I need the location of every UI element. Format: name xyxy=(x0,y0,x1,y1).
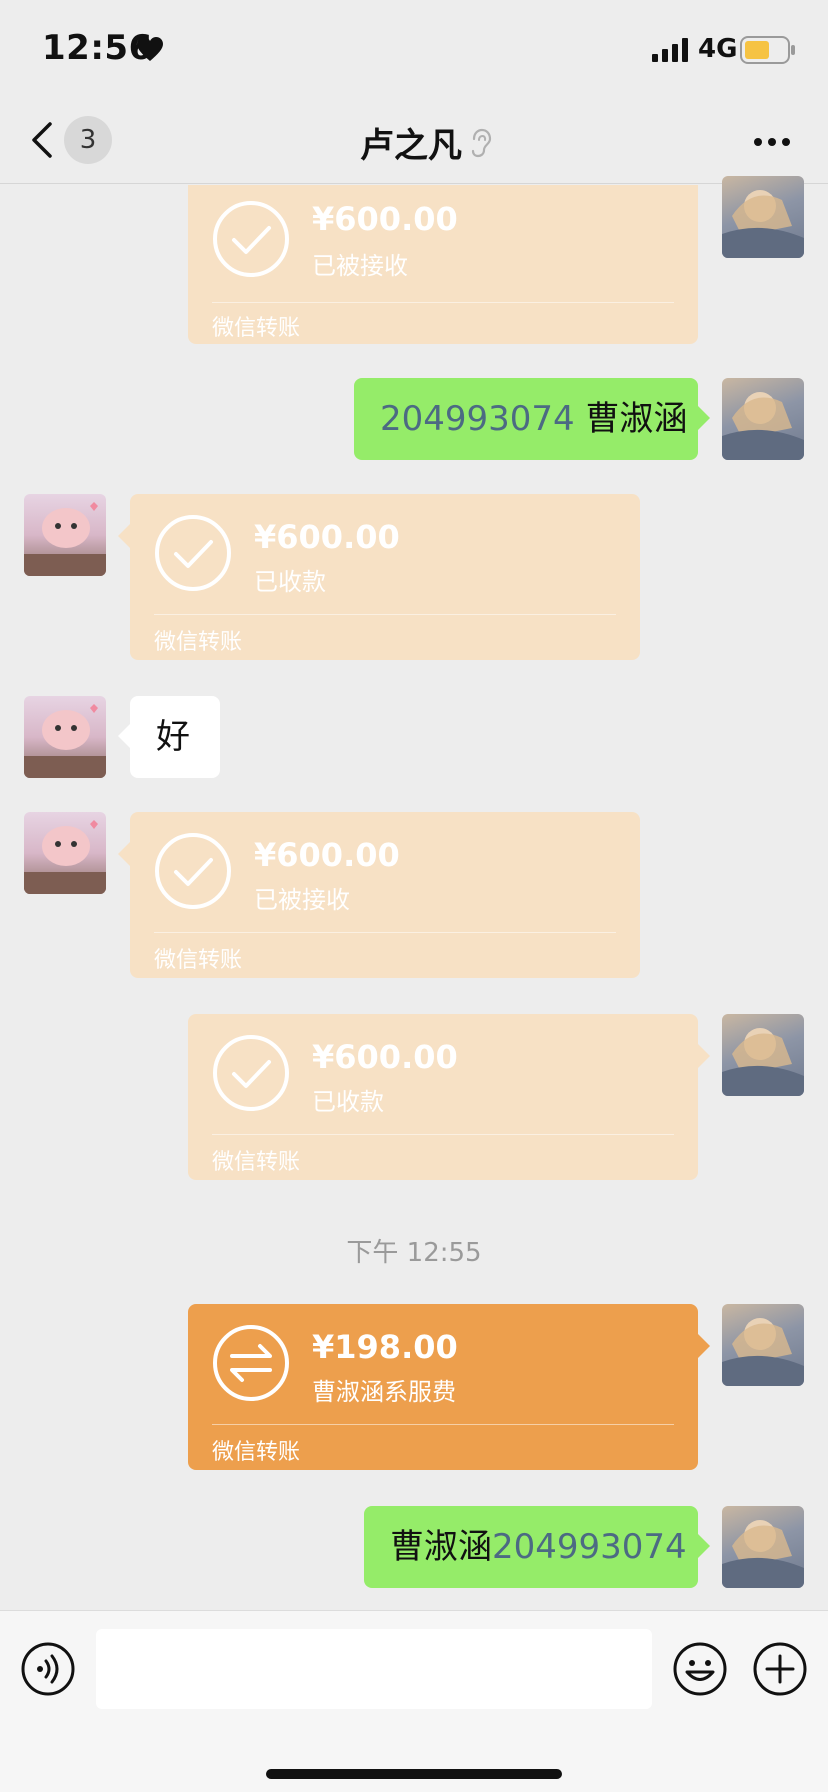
transfer-card[interactable]: ¥600.00 已收款 微信转账 xyxy=(118,494,640,660)
message-text: 好 xyxy=(156,717,190,757)
transfer-label: 微信转账 xyxy=(154,948,243,973)
contact-avatar[interactable] xyxy=(24,696,106,778)
transfer-card[interactable]: ¥600.00 已被接收 微信转账 xyxy=(188,185,698,344)
heart-icon xyxy=(137,37,163,61)
check-circle-icon xyxy=(213,1035,289,1111)
chat-timestamp: 下午 12:55 xyxy=(346,1238,482,1268)
message-bubble[interactable]: 204993074 曹淑涵 xyxy=(354,378,710,460)
transfer-arrows-icon xyxy=(213,1325,289,1401)
chat-title: 卢之凡 xyxy=(360,126,462,166)
transfer-amount: ¥600.00 xyxy=(312,200,458,238)
message-input[interactable] xyxy=(96,1629,652,1709)
battery-icon xyxy=(740,36,795,64)
message-bubble[interactable]: 好 xyxy=(118,696,220,778)
check-circle-icon xyxy=(155,833,231,909)
more-dots-icon[interactable] xyxy=(752,136,792,148)
chevron-left-icon[interactable] xyxy=(28,120,56,160)
account-number[interactable]: 204993074 xyxy=(492,1527,687,1567)
contact-avatar[interactable] xyxy=(24,494,106,576)
transfer-status: 已收款 xyxy=(254,568,326,596)
self-avatar[interactable] xyxy=(722,176,804,258)
emoji-icon[interactable] xyxy=(672,1641,728,1697)
transfer-amount: ¥600.00 xyxy=(312,1038,458,1076)
home-indicator[interactable] xyxy=(266,1769,562,1779)
self-avatar[interactable] xyxy=(722,1014,804,1096)
message-bubble[interactable]: 曹淑涵204993074 xyxy=(364,1506,710,1588)
unread-count-badge[interactable]: 3 xyxy=(64,116,112,164)
status-bar: 12:56 4G xyxy=(0,0,828,100)
transfer-label: 微信转账 xyxy=(212,1150,301,1175)
plus-icon[interactable] xyxy=(752,1641,808,1697)
self-avatar[interactable] xyxy=(722,1304,804,1386)
transfer-label: 微信转账 xyxy=(212,316,301,341)
nav-bar: 3 卢之凡 xyxy=(0,100,828,184)
transfer-amount: ¥600.00 xyxy=(254,518,400,556)
chat-title-group: 卢之凡 xyxy=(360,118,492,167)
transfer-card[interactable]: ¥600.00 已收款 微信转账 xyxy=(188,1014,710,1180)
transfer-note: 曹淑涵系服费 xyxy=(312,1378,456,1406)
voice-icon[interactable] xyxy=(20,1641,76,1697)
transfer-status: 已收款 xyxy=(312,1088,384,1116)
signal-icon xyxy=(652,38,688,62)
transfer-card[interactable]: ¥600.00 已被接收 微信转账 xyxy=(118,812,640,978)
transfer-amount: ¥198.00 xyxy=(312,1328,458,1366)
input-bar xyxy=(0,1610,828,1792)
self-avatar[interactable] xyxy=(722,378,804,460)
contact-avatar[interactable] xyxy=(24,812,106,894)
self-avatar[interactable] xyxy=(722,1506,804,1588)
transfer-status: 已被接收 xyxy=(254,886,350,914)
account-number[interactable]: 204993074 xyxy=(380,399,575,439)
transfer-card-pending[interactable]: ¥198.00 曹淑涵系服费 微信转账 xyxy=(188,1304,710,1470)
ear-icon xyxy=(471,128,492,157)
transfer-amount: ¥600.00 xyxy=(254,836,400,874)
check-circle-icon xyxy=(213,201,289,277)
transfer-label: 微信转账 xyxy=(212,1440,301,1465)
check-circle-icon xyxy=(155,515,231,591)
transfer-status: 已被接收 xyxy=(312,252,408,280)
transfer-label: 微信转账 xyxy=(154,630,243,655)
message-text: 曹淑涵 xyxy=(574,399,688,439)
message-text: 曹淑涵 xyxy=(390,1527,492,1567)
network-type: 4G xyxy=(698,34,738,64)
